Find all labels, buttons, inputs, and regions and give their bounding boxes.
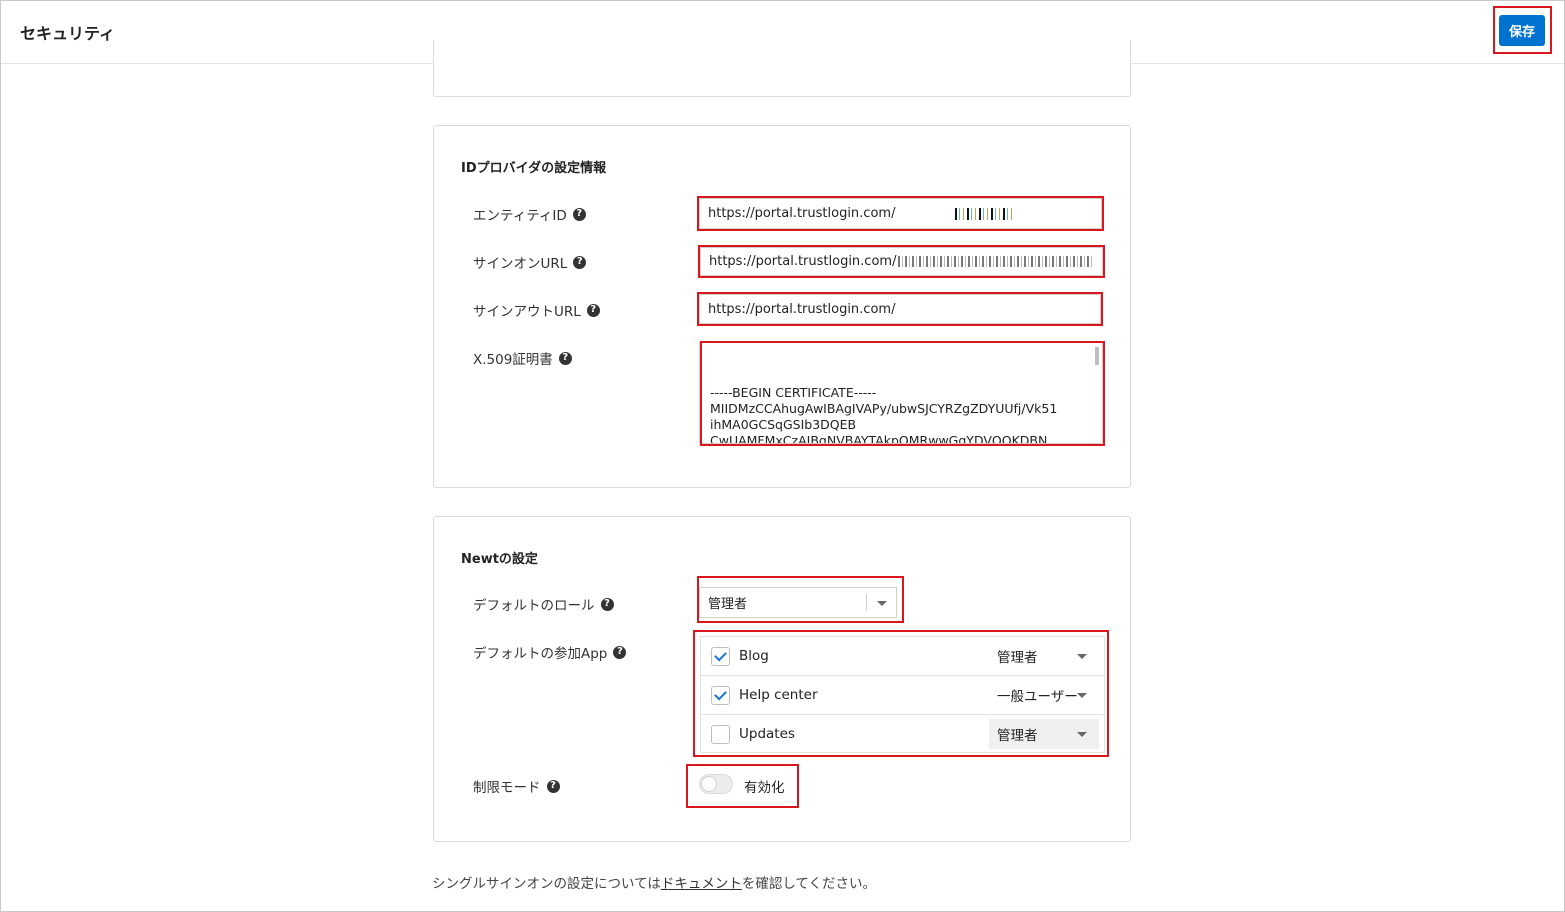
previous-settings-card xyxy=(433,40,1131,97)
entity-id-highlight xyxy=(697,196,1104,231)
restricted-mode-highlight xyxy=(686,764,799,808)
default-role-highlight xyxy=(697,576,904,623)
certificate-highlight xyxy=(700,341,1105,446)
default-apps-label-text: デフォルトの参加App xyxy=(473,646,608,662)
signout-url-label: サインアウトURL ? xyxy=(473,300,600,320)
restricted-mode-label-text: 制限モード xyxy=(473,780,541,796)
signon-url-highlight xyxy=(698,245,1105,278)
help-icon[interactable]: ? xyxy=(546,779,560,793)
default-apps-label: デフォルトの参加App ? xyxy=(473,642,627,662)
default-role-label: デフォルトのロール ? xyxy=(473,594,614,614)
idp-section-title: IDプロバイダの設定情報 xyxy=(461,161,607,176)
help-icon[interactable]: ? xyxy=(600,597,614,611)
signout-url-label-text: サインアウトURL xyxy=(473,304,581,320)
signout-url-highlight xyxy=(697,292,1103,326)
help-icon[interactable]: ? xyxy=(613,645,627,659)
certificate-label: X.509証明書 ? xyxy=(473,348,572,368)
entity-id-label: エンティティID ? xyxy=(473,204,586,224)
default-apps-highlight xyxy=(693,630,1109,757)
help-icon[interactable]: ? xyxy=(572,207,586,221)
footer-text-before: シングルサインオンの設定については xyxy=(432,876,661,892)
help-icon[interactable]: ? xyxy=(558,351,572,365)
entity-id-label-text: エンティティID xyxy=(473,208,567,224)
help-icon[interactable]: ? xyxy=(573,255,587,269)
signon-url-label-text: サインオンURL xyxy=(473,256,568,272)
newt-section-title: Newtの設定 xyxy=(461,552,538,567)
documentation-link[interactable]: ドキュメント xyxy=(661,876,742,892)
footer-text-after: を確認してください。 xyxy=(741,876,877,892)
help-icon[interactable]: ? xyxy=(586,303,600,317)
default-role-label-text: デフォルトのロール xyxy=(473,598,595,614)
page-title: セキュリティ xyxy=(20,24,116,43)
footer-note: シングルサインオンの設定についてはドキュメントを確認してください。 xyxy=(432,872,876,892)
save-button[interactable]: 保存 xyxy=(1499,15,1545,46)
signon-url-label: サインオンURL ? xyxy=(473,252,587,272)
restricted-mode-label: 制限モード ? xyxy=(473,776,560,796)
certificate-label-text: X.509証明書 xyxy=(473,352,553,368)
